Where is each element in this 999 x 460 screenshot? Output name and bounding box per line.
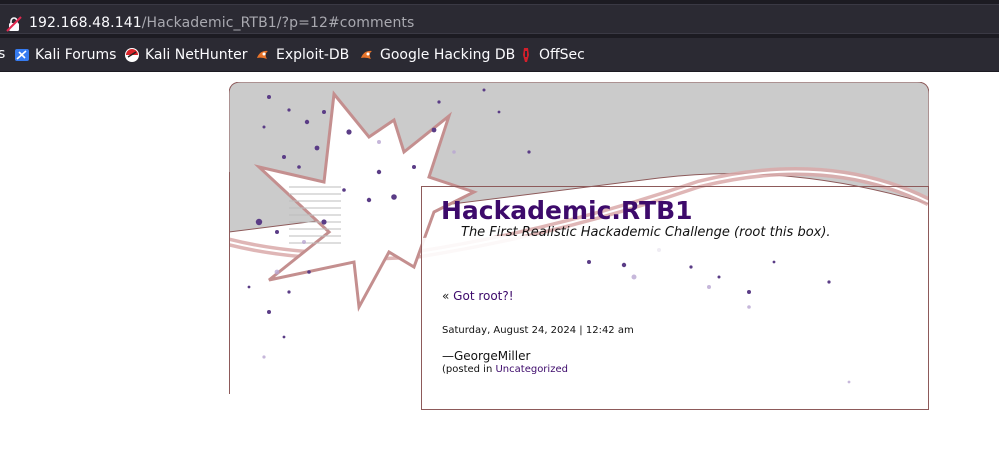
offsec-icon: [518, 47, 534, 63]
google-hacking-db-icon: [359, 47, 375, 63]
bookmark-offsec[interactable]: OffSec: [518, 46, 585, 64]
kali-nethunter-icon: [124, 47, 140, 63]
url-host: 192.168.48.141: [29, 15, 142, 31]
url-field[interactable]: 192.168.48.141/Hackademic_RTB1/?p=12#com…: [0, 4, 999, 34]
posted-in-label: (posted in: [442, 364, 493, 375]
url-path: /Hackademic_RTB1/?p=12#comments: [141, 15, 415, 31]
bookmark-cutoff[interactable]: s: [0, 46, 5, 62]
prev-post-link[interactable]: Got root?!: [453, 289, 513, 303]
blog-title[interactable]: Hackademic.RTB1: [441, 196, 693, 225]
bookmark-kali-forums[interactable]: Kali Forums: [14, 46, 116, 64]
bookmark-kali-nethunter[interactable]: Kali NetHunter: [124, 46, 247, 64]
blog-description: The First Realistic Hackademic Challenge…: [461, 225, 831, 240]
browser-toolbar: 192.168.48.141/Hackademic_RTB1/?p=12#com…: [0, 0, 999, 38]
post-date: Saturday, August 24, 2024 | 12:42 am: [442, 325, 634, 336]
post-meta: (posted in Uncategorized: [442, 364, 568, 375]
bookmark-label: Kali Forums: [35, 47, 117, 63]
url-text[interactable]: 192.168.48.141/Hackademic_RTB1/?p=12#com…: [29, 15, 414, 31]
bookmark-label: OffSec: [539, 47, 585, 63]
insecure-lock-icon[interactable]: [6, 16, 22, 32]
previous-post-nav: « Got root?!: [442, 289, 514, 303]
prev-arrow: «: [442, 289, 450, 303]
bookmark-exploit-db[interactable]: Exploit-DB: [255, 46, 349, 64]
left-border: [229, 172, 230, 394]
bookmarks-toolbar: s Kali Forums Kali NetHunter Exploit-DB …: [0, 38, 999, 72]
web-page: Hackademic.RTB1 The First Realistic Hack…: [0, 72, 999, 460]
exploit-db-icon: [255, 47, 271, 63]
bookmark-label: Google Hacking DB: [380, 47, 516, 63]
bookmark-google-hacking-db[interactable]: Google Hacking DB: [359, 46, 515, 64]
kali-forums-icon: [14, 47, 30, 63]
bookmark-label: Exploit-DB: [276, 47, 350, 63]
post-author: —GeorgeMiller: [442, 349, 531, 363]
category-link[interactable]: Uncategorized: [495, 364, 567, 375]
bookmark-label: Kali NetHunter: [145, 47, 248, 63]
